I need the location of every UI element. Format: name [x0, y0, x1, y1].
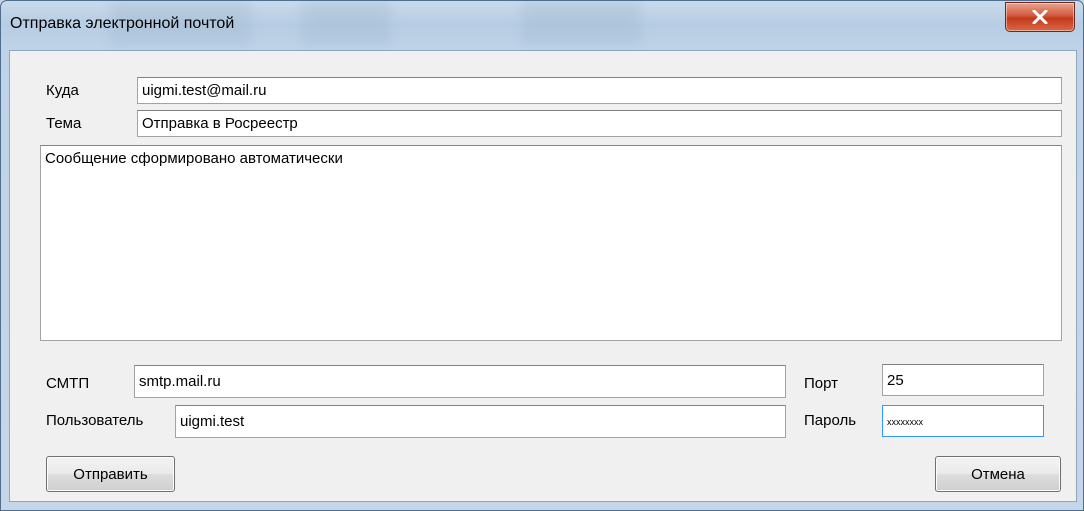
- user-label: Пользователь: [46, 412, 144, 429]
- port-label: Порт: [804, 375, 839, 392]
- title-bar-background: [521, 1, 641, 45]
- to-field[interactable]: [137, 77, 1062, 104]
- smtp-label: СМТП: [46, 375, 90, 392]
- user-field[interactable]: [175, 405, 786, 438]
- close-button[interactable]: [1005, 2, 1075, 32]
- send-button[interactable]: Отправить: [46, 456, 175, 492]
- window-title: Отправка электронной почтой: [10, 15, 235, 32]
- password-label: Пароль: [804, 412, 857, 429]
- cancel-button[interactable]: Отмена: [935, 456, 1061, 492]
- password-field[interactable]: [882, 405, 1044, 437]
- close-icon: [1032, 10, 1048, 24]
- port-field[interactable]: [882, 364, 1044, 396]
- message-body-field[interactable]: Сообщение сформировано автоматически: [40, 145, 1062, 341]
- title-bar-background: [301, 1, 391, 45]
- dialog-client-area: Куда Тема Сообщение сформировано автомат…: [9, 50, 1077, 502]
- smtp-field[interactable]: [134, 365, 786, 398]
- to-label: Куда: [46, 82, 79, 99]
- subject-field[interactable]: [137, 110, 1062, 137]
- subject-label: Тема: [46, 115, 82, 132]
- email-dialog-window: Отправка электронной почтой Куда Тема Со…: [0, 0, 1084, 511]
